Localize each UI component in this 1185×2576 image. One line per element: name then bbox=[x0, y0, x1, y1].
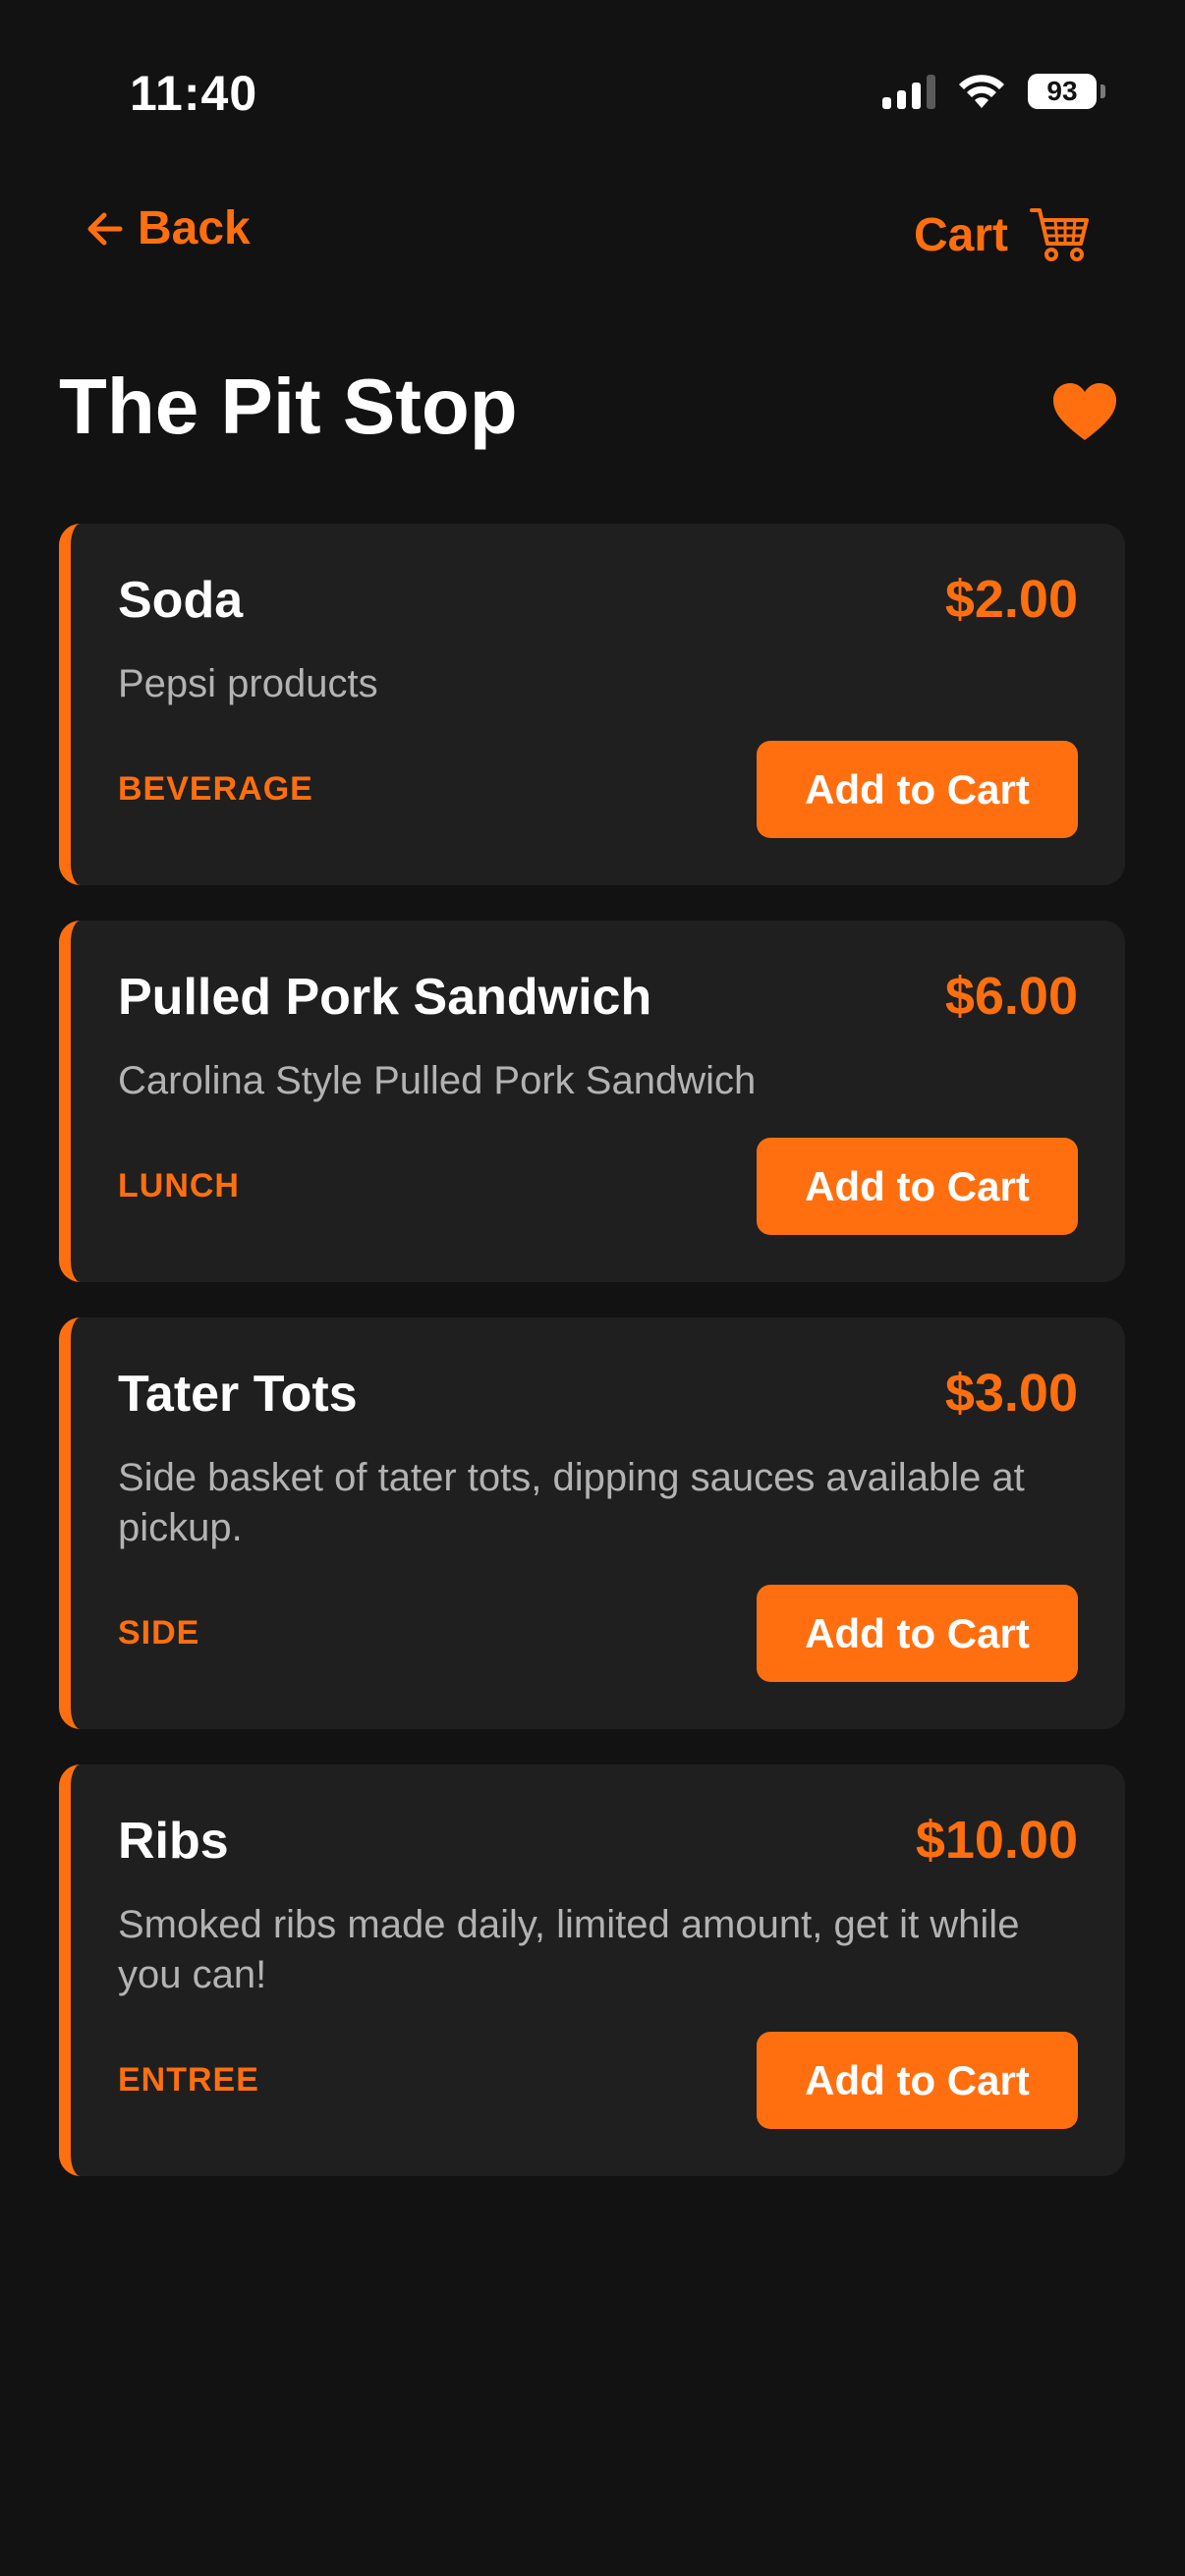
cellular-signal-icon bbox=[882, 74, 935, 109]
menu-list: Soda $2.00 Pepsi products BEVERAGE Add t… bbox=[59, 524, 1125, 2212]
add-to-cart-button[interactable]: Add to Cart bbox=[757, 741, 1078, 838]
arrow-left-icon bbox=[87, 212, 123, 245]
item-description: Pepsi products bbox=[118, 662, 378, 705]
item-name: Pulled Pork Sandwich bbox=[118, 969, 652, 1026]
card-header: Pulled Pork Sandwich $6.00 bbox=[118, 966, 1078, 1027]
menu-item-card: Soda $2.00 Pepsi products BEVERAGE Add t… bbox=[59, 524, 1125, 885]
card-header: Soda $2.00 bbox=[118, 569, 1078, 630]
battery-level: 93 bbox=[1046, 76, 1078, 106]
card-footer: ENTREE Add to Cart bbox=[118, 2032, 1078, 2129]
status-icons: 93 bbox=[882, 73, 1105, 110]
status-bar: 11:40 93 bbox=[0, 0, 1185, 157]
item-price: $10.00 bbox=[915, 1811, 1078, 1870]
screen: 11:40 93 Back Cart The Pit Stop Soda $2.… bbox=[0, 0, 1185, 2576]
menu-item-card: Tater Tots $3.00 Side basket of tater to… bbox=[59, 1317, 1125, 1729]
item-description: Smoked ribs made daily, limited amount, … bbox=[118, 1903, 1020, 1996]
item-price: $3.00 bbox=[944, 1364, 1078, 1423]
wifi-icon bbox=[959, 75, 1004, 108]
heart-icon bbox=[1053, 383, 1116, 440]
add-to-cart-button[interactable]: Add to Cart bbox=[757, 2032, 1078, 2129]
card-header: Tater Tots $3.00 bbox=[118, 1363, 1078, 1424]
item-category: BEVERAGE bbox=[118, 770, 313, 808]
shopping-cart-icon bbox=[1030, 208, 1089, 261]
item-price: $6.00 bbox=[944, 967, 1078, 1026]
item-category: ENTREE bbox=[118, 2061, 259, 2099]
item-category: SIDE bbox=[118, 1614, 200, 1652]
item-category: LUNCH bbox=[118, 1167, 240, 1204]
item-description: Carolina Style Pulled Pork Sandwich bbox=[118, 1059, 757, 1102]
menu-item-card: Pulled Pork Sandwich $6.00 Carolina Styl… bbox=[59, 921, 1125, 1282]
card-footer: BEVERAGE Add to Cart bbox=[118, 741, 1078, 838]
page-title: The Pit Stop bbox=[59, 363, 518, 450]
card-header: Ribs $10.00 bbox=[118, 1810, 1078, 1871]
menu-item-card: Ribs $10.00 Smoked ribs made daily, limi… bbox=[59, 1764, 1125, 2176]
item-price: $2.00 bbox=[944, 570, 1078, 629]
cart-label: Cart bbox=[913, 208, 1008, 261]
battery-icon: 93 bbox=[1028, 74, 1105, 109]
card-footer: SIDE Add to Cart bbox=[118, 1585, 1078, 1682]
cart-button[interactable]: Cart bbox=[914, 206, 1091, 263]
add-to-cart-button[interactable]: Add to Cart bbox=[757, 1585, 1078, 1682]
item-name: Soda bbox=[118, 572, 244, 629]
status-time: 11:40 bbox=[130, 66, 258, 121]
card-footer: LUNCH Add to Cart bbox=[118, 1138, 1078, 1235]
add-to-cart-button[interactable]: Add to Cart bbox=[757, 1138, 1078, 1235]
item-name: Tater Tots bbox=[118, 1366, 358, 1423]
item-name: Ribs bbox=[118, 1813, 229, 1870]
back-label: Back bbox=[138, 202, 251, 254]
favorite-button[interactable] bbox=[1051, 381, 1118, 447]
item-description: Side basket of tater tots, dipping sauce… bbox=[118, 1456, 1025, 1549]
back-button[interactable]: Back bbox=[85, 201, 251, 255]
